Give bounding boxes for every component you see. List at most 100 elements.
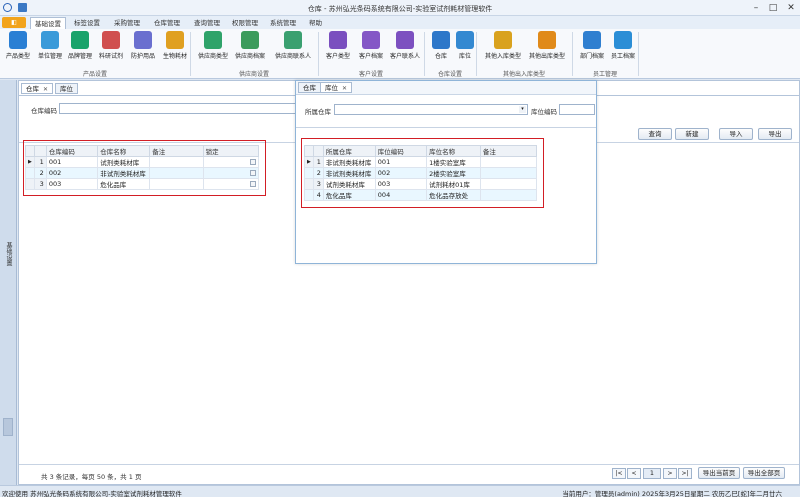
status-user-date: 当前用户：管理员(admin) 2025年3月25日星期二 农历乙巳[蛇]年二月… <box>562 490 782 497</box>
reagent-icon <box>102 31 120 49</box>
ribbon-button-label: 客户联系人 <box>389 53 420 60</box>
next-page-button[interactable]: > <box>663 468 677 479</box>
current-page-input[interactable]: 1 <box>643 468 661 479</box>
ribbon-button-label: 生物耗材 <box>162 53 187 60</box>
chevron-down-icon[interactable]: ▾ <box>519 106 526 113</box>
doc-tab-label: 仓库 <box>26 85 39 93</box>
tab-warehouse[interactable]: 仓库管理 <box>150 17 184 29</box>
supplier-type-icon <box>204 31 222 49</box>
bio-icon <box>166 31 184 49</box>
ribbon-button-customer-type[interactable]: 客户类型 <box>322 31 354 60</box>
minimize-button[interactable]: – <box>748 2 764 14</box>
owner-warehouse-select[interactable]: ▾ <box>334 104 528 115</box>
group-label-warehouse: 仓库设置 <box>437 71 462 78</box>
query-button[interactable]: 查询 <box>638 128 672 140</box>
supplier-file-icon <box>241 31 259 49</box>
tab-permission[interactable]: 权限管理 <box>228 17 262 29</box>
ribbon-button-employee[interactable]: 员工档案 <box>610 31 636 60</box>
ribbon-button-other-in[interactable]: 其他入库类型 <box>482 31 524 60</box>
pagination-info: 共 3 条记录，每页 50 条，共 1 页 <box>41 473 142 481</box>
ribbon-button-supplier-contact[interactable]: 供应商联系人 <box>272 31 314 60</box>
ribbon-button-label: 供应商联系人 <box>274 53 311 60</box>
location-float-window[interactable]: 仓库 库位 ✕ 所属仓库 ▾ 库位编码 所属仓库 库位编码 库位名称 备注 ▶ 1… <box>295 80 597 264</box>
ribbon-button-supplier-file[interactable]: 供应商档案 <box>232 31 268 60</box>
unit-icon <box>41 31 59 49</box>
app-menu-button[interactable]: ◧ <box>2 17 26 28</box>
tab-purchase[interactable]: 采购管理 <box>110 17 144 29</box>
ribbon-button-label: 产品类型 <box>5 53 30 60</box>
export-button[interactable]: 导出 <box>758 128 792 140</box>
ribbon-button-product-type[interactable]: 产品类型 <box>2 31 34 60</box>
warehouse-code-label: 仓库编码 <box>31 107 57 115</box>
ribbon-button-protection[interactable]: 防护用品 <box>128 31 158 60</box>
last-page-button[interactable]: >| <box>678 468 692 479</box>
close-window-button[interactable]: ✕ <box>783 2 799 14</box>
maximize-button[interactable]: □ <box>765 2 781 14</box>
ribbon: 产品类型 单位管理 品牌管理 料研试剂 防护用品 生物耗材 供应商类型 供应商档案 供应商联系人… <box>0 29 800 79</box>
customer-contact-icon <box>396 31 414 49</box>
tab-system[interactable]: 系统管理 <box>266 17 300 29</box>
tab-query[interactable]: 查询管理 <box>190 17 224 29</box>
group-label-supplier: 供应商设置 <box>238 71 269 78</box>
warehouse-code-input[interactable] <box>59 103 319 114</box>
ribbon-button-reagent[interactable]: 料研试剂 <box>96 31 126 60</box>
group-divider <box>638 32 639 76</box>
ribbon-button-label: 防护用品 <box>130 53 155 60</box>
ribbon-button-label: 员工档案 <box>610 53 635 60</box>
doc-tab-location[interactable]: 库位 <box>55 83 78 94</box>
export-current-page-button[interactable]: 导出当前页 <box>698 467 740 479</box>
brand-icon <box>71 31 89 49</box>
ribbon-button-other-out[interactable]: 其他出库类型 <box>526 31 568 60</box>
group-label-other-io: 其他出入库类型 <box>502 71 545 78</box>
ribbon-button-label: 仓库 <box>434 53 447 60</box>
ribbon-button-customer-file[interactable]: 客户档案 <box>356 31 386 60</box>
ribbon-button-customer-contact[interactable]: 客户联系人 <box>388 31 422 60</box>
ribbon-button-supplier-type[interactable]: 供应商类型 <box>196 31 230 60</box>
export-all-pages-button[interactable]: 导出全部页 <box>743 467 785 479</box>
owner-warehouse-label: 所属仓库 <box>305 108 331 116</box>
import-button[interactable]: 导入 <box>719 128 753 140</box>
close-tab-icon[interactable]: ✕ <box>342 85 347 92</box>
highlight-box <box>301 138 544 208</box>
ribbon-button-label: 供应商类型 <box>197 53 228 60</box>
doc-tab-warehouse[interactable]: 仓库 ✕ <box>21 83 54 94</box>
ribbon-button-warehouse[interactable]: 仓库 <box>430 31 452 60</box>
ribbon-button-label: 其他入库类型 <box>484 53 521 60</box>
float-tab-location[interactable]: 库位 ✕ <box>320 82 353 93</box>
ribbon-button-label: 客户档案 <box>358 53 383 60</box>
department-icon <box>583 31 601 49</box>
other-out-icon <box>538 31 556 49</box>
float-tab-label: 库位 <box>325 84 338 92</box>
first-page-button[interactable]: |< <box>612 468 626 479</box>
collapse-handle-icon[interactable] <box>3 418 13 436</box>
left-nav-label: 基础设置 <box>5 242 12 266</box>
customer-file-icon <box>362 31 380 49</box>
group-label-customer: 客户设置 <box>358 71 383 78</box>
status-welcome: 欢迎使用 苏州弘光条码系统有限公司-实验室试剂耗材管理软件 <box>2 490 182 497</box>
protection-icon <box>134 31 152 49</box>
ribbon-button-label: 库位 <box>458 53 471 60</box>
close-tab-icon[interactable]: ✕ <box>43 86 48 93</box>
title-bar: 仓库 - 苏州弘光条码系统有限公司-实验室试剂耗材管理软件 – □ ✕ <box>0 0 800 16</box>
window-title: 仓库 - 苏州弘光条码系统有限公司-实验室试剂耗材管理软件 <box>307 5 493 13</box>
ribbon-button-label: 品牌管理 <box>67 53 92 60</box>
prev-page-button[interactable]: < <box>627 468 641 479</box>
status-bar: 欢迎使用 苏州弘光条码系统有限公司-实验室试剂耗材管理软件 当前用户：管理员(a… <box>0 485 800 497</box>
location-code-input[interactable] <box>559 104 595 115</box>
group-label-product: 产品设置 <box>82 71 107 78</box>
footer-divider <box>19 464 799 465</box>
ribbon-button-label: 料研试剂 <box>98 53 123 60</box>
float-tab-warehouse[interactable]: 仓库 <box>298 82 321 93</box>
ribbon-button-brand[interactable]: 品牌管理 <box>66 31 94 60</box>
left-nav-panel[interactable]: 基础设置 <box>0 80 17 485</box>
warehouse-icon <box>432 31 450 49</box>
ribbon-button-location[interactable]: 库位 <box>454 31 476 60</box>
ribbon-button-bio[interactable]: 生物耗材 <box>160 31 190 60</box>
ribbon-button-label: 客户类型 <box>325 53 350 60</box>
new-button[interactable]: 新建 <box>675 128 709 140</box>
tab-label-settings[interactable]: 标签设置 <box>70 17 104 29</box>
ribbon-button-department[interactable]: 部门档案 <box>577 31 607 60</box>
tab-help[interactable]: 帮助 <box>305 17 326 29</box>
tab-basic-settings[interactable]: 基础设置 <box>30 17 66 29</box>
ribbon-button-unit[interactable]: 单位管理 <box>36 31 64 60</box>
